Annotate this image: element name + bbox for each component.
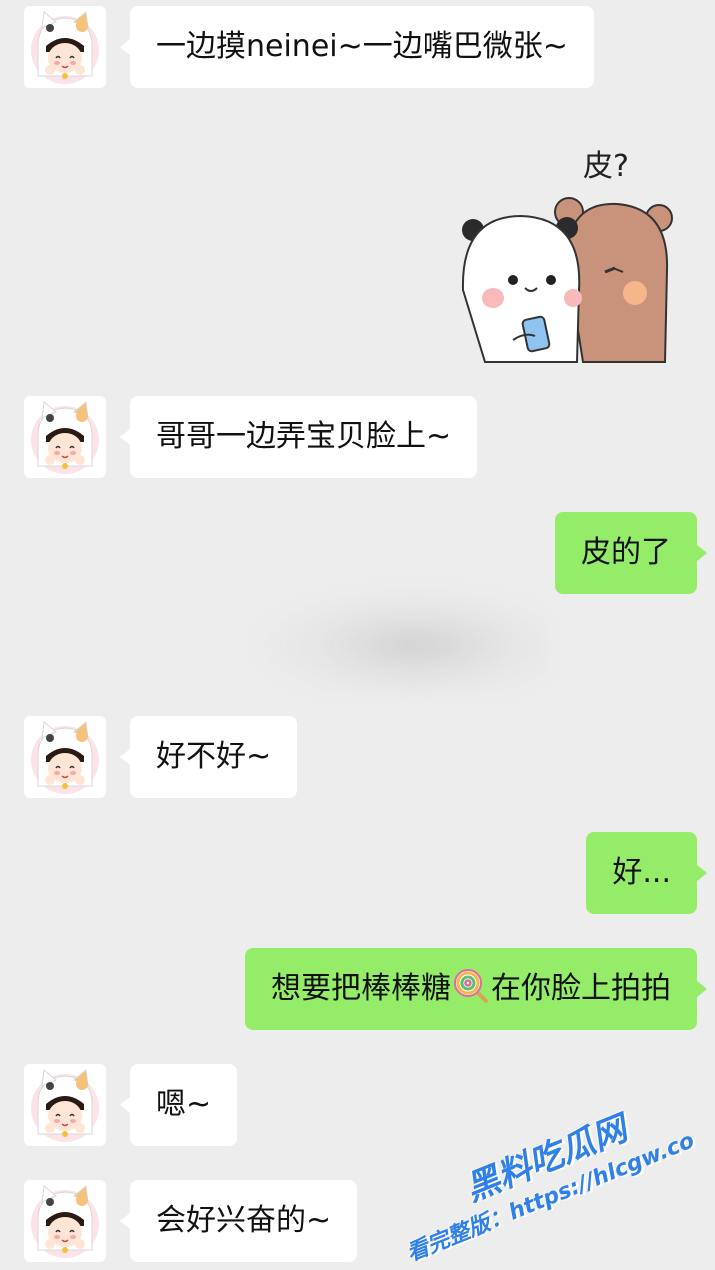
panda-bear-sticker[interactable]: 皮? bbox=[455, 140, 680, 365]
panda-bear-sticker-icon: 皮? bbox=[461, 149, 673, 363]
message-text: 皮的了 bbox=[581, 535, 671, 570]
cat-hood-girl-avatar-icon bbox=[31, 1185, 99, 1258]
watermark-url: 看完整版：https://hlcgw.co bbox=[403, 1128, 699, 1267]
sticker-caption: 皮? bbox=[583, 149, 629, 184]
chat-view: 一边摸neinei~一边嘴巴微张~ 皮? 哥哥一边弄宝贝脸上~ 皮的了 好不好~… bbox=[0, 0, 715, 1270]
message-bubble[interactable]: 哥哥一边弄宝贝脸上~ bbox=[119, 396, 478, 478]
cat-hood-girl-avatar-icon bbox=[31, 1069, 99, 1142]
message-text: 好不好~ bbox=[156, 739, 272, 774]
message-text: 一边摸neinei~一边嘴巴微张~ bbox=[156, 29, 568, 64]
cat-hood-girl-avatar-icon bbox=[31, 401, 99, 474]
message-text: 在你脸上拍拍 bbox=[491, 971, 671, 1006]
message-bubble[interactable]: 会好兴奋的~ bbox=[119, 1180, 358, 1262]
message-text: 嗯~ bbox=[156, 1087, 212, 1122]
message-bubble-outgoing[interactable]: 想要把棒棒糖 在你脸上拍拍 bbox=[245, 948, 707, 1030]
message-text: 好... bbox=[612, 855, 671, 890]
contact-avatar[interactable] bbox=[24, 716, 106, 798]
contact-avatar[interactable] bbox=[24, 1180, 106, 1262]
contact-avatar[interactable] bbox=[24, 396, 106, 478]
message-text: 会好兴奋的~ bbox=[156, 1203, 332, 1238]
message-text: 哥哥一边弄宝贝脸上~ bbox=[156, 419, 452, 454]
message-bubble[interactable]: 一边摸neinei~一边嘴巴微张~ bbox=[120, 6, 594, 88]
message-bubble-outgoing[interactable]: 皮的了 bbox=[555, 512, 707, 594]
blurred-sticker[interactable] bbox=[250, 585, 550, 695]
message-bubble[interactable]: 好不好~ bbox=[119, 716, 298, 798]
message-text: 想要把棒棒糖 bbox=[271, 971, 451, 1006]
contact-avatar[interactable] bbox=[24, 1064, 106, 1146]
cat-hood-girl-avatar-icon bbox=[31, 721, 99, 794]
watermark: 黑料吃瓜网 看完整版：https://hlcgw.co bbox=[395, 1060, 715, 1270]
watermark-site-name: 黑料吃瓜网 bbox=[459, 1108, 633, 1210]
message-bubble-outgoing[interactable]: 好... bbox=[586, 832, 707, 914]
contact-avatar[interactable] bbox=[24, 6, 106, 88]
lollipop-emoji-icon bbox=[454, 969, 488, 1003]
message-bubble[interactable]: 嗯~ bbox=[119, 1064, 238, 1146]
cat-hood-girl-avatar-icon bbox=[31, 11, 99, 84]
